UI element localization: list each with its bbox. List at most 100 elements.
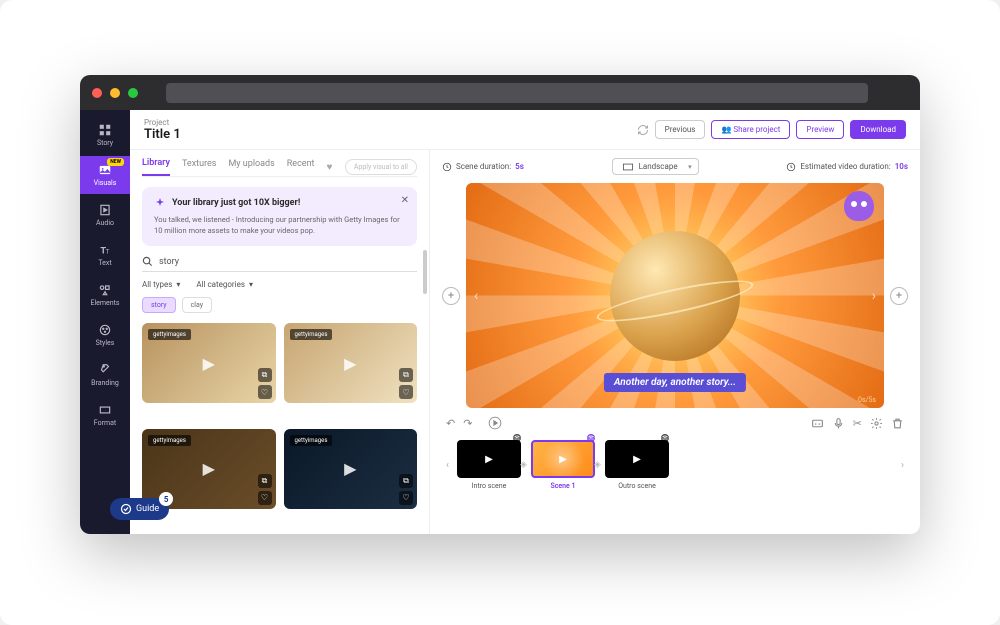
heart-icon[interactable]: ♡ [399, 491, 413, 505]
apply-all-button[interactable]: Apply visual to all [345, 159, 417, 175]
guide-label: Guide [136, 504, 159, 514]
source-badge: gettyimages [148, 435, 191, 446]
sidebar-item-format[interactable]: Format [80, 396, 130, 434]
sidebar-label: Audio [96, 219, 114, 227]
play-icon[interactable] [488, 416, 502, 430]
scrollbar[interactable] [423, 250, 427, 524]
search-input[interactable] [159, 257, 417, 267]
refresh-icon[interactable] [637, 124, 649, 136]
scene-outro[interactable]: 👁 ▶ Outro scene [605, 440, 669, 490]
tab-textures[interactable]: Textures [182, 159, 216, 175]
asset-thumb[interactable]: gettyimages ▶ ⧉♡ [284, 429, 418, 509]
aspect-select[interactable]: Landscape [612, 158, 699, 175]
tab-myuploads[interactable]: My uploads [228, 159, 274, 175]
download-button[interactable]: Download [850, 120, 906, 139]
play-icon: ▶ [344, 459, 356, 478]
asset-thumb[interactable]: gettyimages ▶ ⧉♡ [142, 323, 276, 403]
timeline-next-icon[interactable]: › [901, 460, 904, 471]
favorites-icon[interactable]: ♥ [326, 162, 332, 173]
heart-icon[interactable]: ♡ [399, 385, 413, 399]
close-icon[interactable] [92, 88, 102, 98]
scene-label: Intro scene [472, 482, 507, 490]
filter-types[interactable]: All types▾ [142, 280, 180, 289]
chip-clay[interactable]: clay [182, 297, 212, 313]
copy-icon[interactable]: ⧉ [399, 368, 413, 382]
scene-1[interactable]: 👁 ▶ ◈ Scene 1 [531, 440, 595, 490]
prev-scene-icon[interactable]: ‹ [474, 288, 478, 304]
cut-icon[interactable]: ✂ [853, 417, 862, 430]
undo-icon[interactable]: ↶ [446, 417, 455, 430]
clock-icon [786, 162, 796, 172]
caption[interactable]: Another day, another story... [604, 373, 746, 392]
preview-button[interactable]: Preview [796, 120, 844, 139]
share-button[interactable]: 👥 Share project [711, 120, 790, 139]
add-scene-after-button[interactable]: + [890, 287, 908, 305]
scene-intro[interactable]: 👁 ▶ ◈ Intro scene [457, 440, 521, 490]
sparkle-icon [154, 197, 166, 209]
search-row [142, 256, 417, 272]
guide-button[interactable]: Guide 5 [110, 498, 169, 520]
play-icon: ▶ [344, 354, 356, 373]
url-bar[interactable] [166, 83, 868, 103]
mic-icon[interactable] [832, 417, 845, 430]
sidebar-item-elements[interactable]: Elements [80, 276, 130, 314]
play-icon: ▶ [203, 354, 215, 373]
sidebar-label: Format [94, 419, 116, 427]
library-panel: Library Textures My uploads Recent ♥ App… [130, 150, 430, 534]
new-badge: NEW [107, 158, 124, 166]
source-badge: gettyimages [290, 329, 333, 340]
settings-icon[interactable] [870, 417, 883, 430]
filter-categories[interactable]: All categories▾ [196, 280, 253, 289]
next-scene-icon[interactable]: › [872, 288, 876, 304]
sidebar-label: Story [97, 139, 113, 147]
sidebar-label: Text [98, 259, 111, 267]
sidebar-label: Visuals [94, 179, 117, 187]
sidebar-item-visuals[interactable]: NEW Visuals [80, 156, 130, 194]
tab-recent[interactable]: Recent [287, 159, 315, 175]
app-sidebar: Story NEW Visuals Audio TT Text Elements… [80, 110, 130, 534]
sidebar-item-branding[interactable]: Branding [80, 356, 130, 394]
captions-icon[interactable] [811, 417, 824, 430]
play-icon: ▶ [203, 459, 215, 478]
reorder-handle[interactable]: ◈ [594, 460, 604, 470]
copy-icon[interactable]: ⧉ [399, 474, 413, 488]
asset-thumb[interactable]: gettyimages ▶ ⧉ ♡ [284, 323, 418, 403]
reorder-handle[interactable]: ◈ [520, 460, 530, 470]
timeline: ‹ 👁 ▶ ◈ Intro scene 👁 ▶ ◈ Scene 1 [442, 440, 908, 490]
chip-story[interactable]: story [142, 297, 176, 313]
heart-icon[interactable]: ♡ [258, 385, 272, 399]
minimize-icon[interactable] [110, 88, 120, 98]
banner-title: Your library just got 10X bigger! [172, 198, 300, 208]
delete-icon[interactable] [891, 417, 904, 430]
copy-icon[interactable]: ⧉ [258, 368, 272, 382]
scene-label: Outro scene [618, 482, 656, 490]
app-header: Project Title 1 Previous 👥 Share project… [130, 110, 920, 150]
sidebar-item-story[interactable]: Story [80, 116, 130, 154]
sidebar-label: Styles [96, 339, 115, 347]
sidebar-item-styles[interactable]: Styles [80, 316, 130, 354]
preview-time: 0s/5s [858, 396, 876, 404]
copy-icon[interactable]: ⧉ [258, 474, 272, 488]
timeline-prev-icon[interactable]: ‹ [446, 460, 449, 471]
est-duration-value: 10s [895, 162, 908, 171]
previous-button[interactable]: Previous [655, 120, 706, 139]
filter-label: All categories [196, 280, 245, 289]
asset-grid: gettyimages ▶ ⧉ ♡ gettyimages ▶ ⧉ ♡ gettyi… [142, 323, 417, 526]
add-scene-before-button[interactable]: + [442, 287, 460, 305]
aspect-label: Landscape [639, 162, 678, 171]
page-title[interactable]: Title 1 [144, 127, 637, 142]
mascot-icon [844, 191, 874, 221]
close-icon[interactable]: ✕ [401, 195, 409, 206]
promo-banner: ✕ Your library just got 10X bigger! You … [142, 187, 417, 246]
heart-icon[interactable]: ♡ [258, 491, 272, 505]
redo-icon[interactable]: ↷ [463, 417, 472, 430]
sidebar-item-audio[interactable]: Audio [80, 196, 130, 234]
maximize-icon[interactable] [128, 88, 138, 98]
sidebar-label: Branding [91, 379, 119, 387]
tab-library[interactable]: Library [142, 158, 170, 176]
video-preview[interactable]: Another day, another story... ‹ › 0s/5s [466, 183, 884, 408]
est-duration-label: Estimated video duration: [800, 162, 890, 171]
svg-text:T: T [106, 248, 110, 256]
sidebar-item-text[interactable]: TT Text [80, 236, 130, 274]
banner-body: You talked, we listened - Introducing ou… [154, 215, 405, 236]
